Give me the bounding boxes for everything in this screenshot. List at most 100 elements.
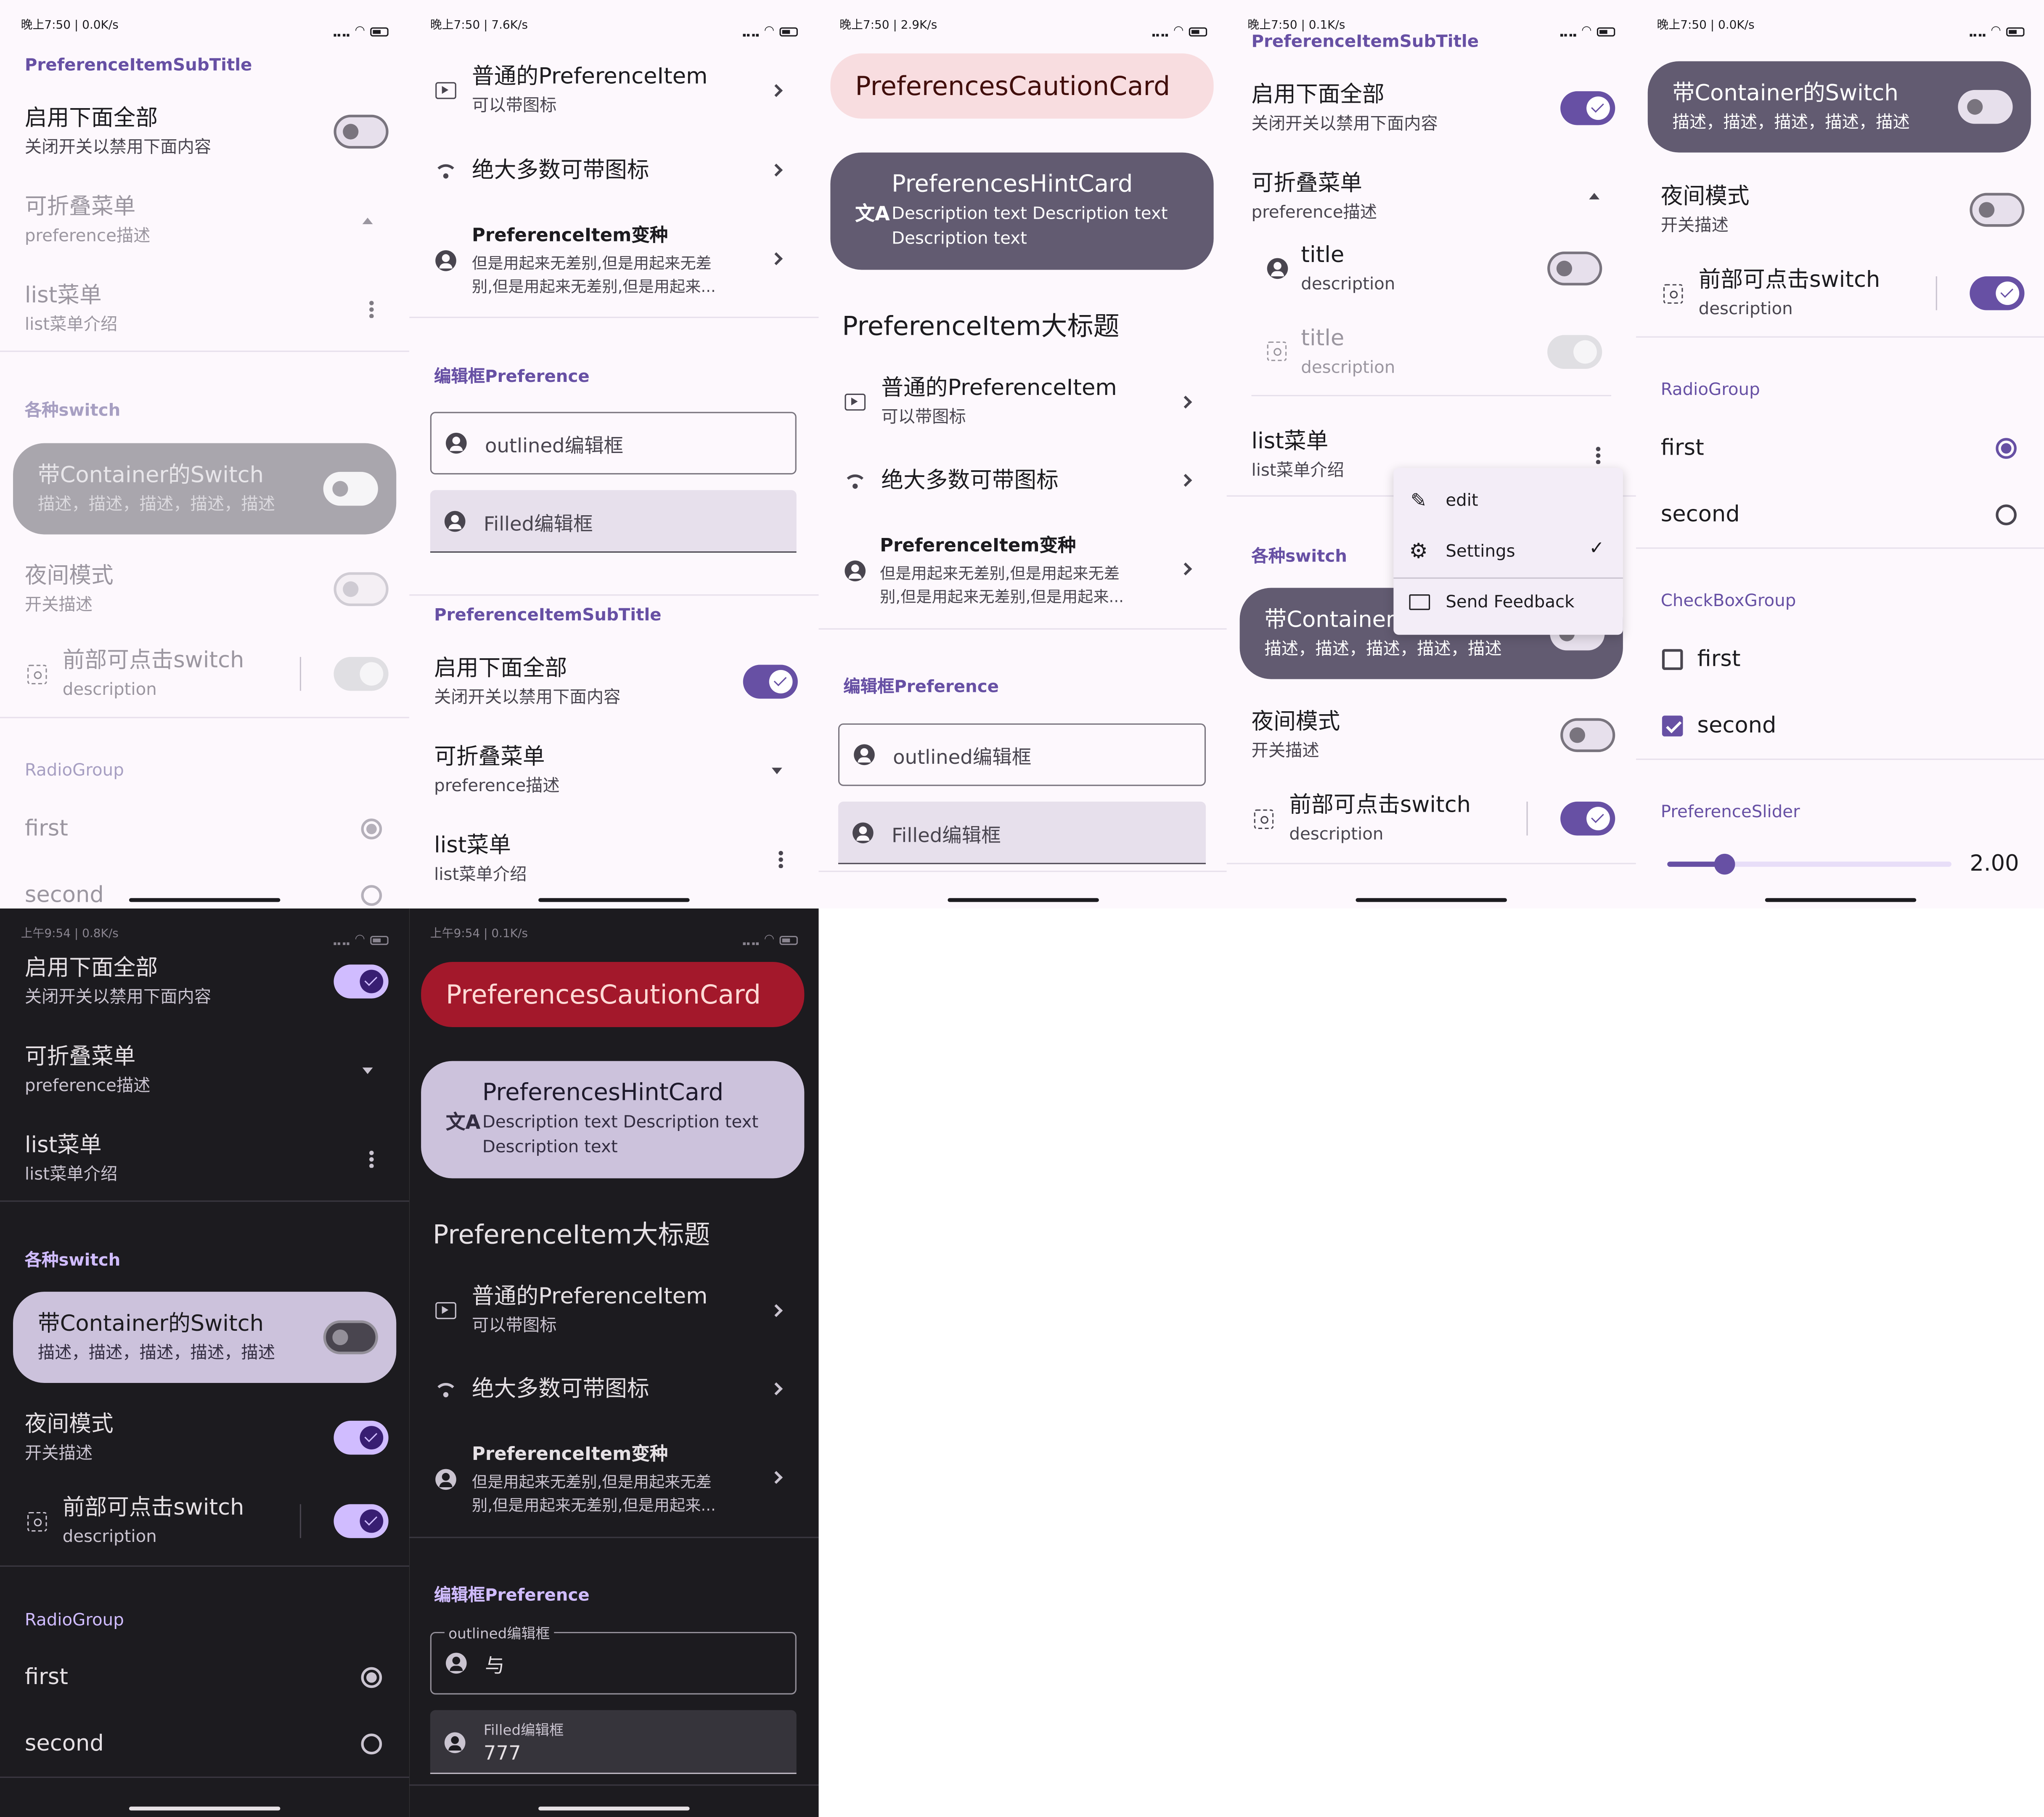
variant-preference-item[interactable]: PreferenceItem变种 但是用起来无差别,但是用起来无差 别,但是用起… bbox=[409, 1440, 818, 1521]
enable-all-item[interactable]: 启用下面全部 关闭开关以禁用下面内容 bbox=[0, 104, 409, 170]
filled-textfield[interactable]: Filled编辑框 bbox=[838, 801, 1206, 864]
night-switch[interactable] bbox=[1560, 718, 1615, 752]
status-bar: 晚上7:50 | 0.0K/s ◠ bbox=[1636, 0, 2044, 47]
container-switch-card[interactable]: 带Container的Switch 描述，描述，描述，描述，描述 bbox=[13, 1292, 397, 1383]
enable-all-item[interactable]: 启用下面全部 关闭开关以禁用下面内容 bbox=[0, 954, 409, 1019]
more-vert-icon[interactable] bbox=[778, 850, 784, 868]
night-mode-item[interactable]: 夜间模式 开关描述 bbox=[0, 1410, 409, 1475]
more-vert-icon[interactable] bbox=[369, 1150, 374, 1168]
radio-first[interactable]: first bbox=[0, 1663, 409, 1694]
front-switch[interactable] bbox=[1970, 276, 2025, 310]
battery-icon bbox=[1189, 26, 1207, 36]
radio-button[interactable] bbox=[1996, 438, 2017, 459]
status-bar: 晚上7:50 | 2.9K/s ◠ bbox=[818, 0, 1228, 47]
caution-card[interactable]: PreferencesCautionCard bbox=[421, 962, 805, 1028]
radio-button[interactable] bbox=[361, 1667, 382, 1688]
item-title: 绝大多数可带图标 bbox=[472, 157, 649, 184]
section-edit: 编辑框Preference bbox=[434, 1586, 590, 1606]
night-mode-item[interactable]: 夜间模式 开关描述 bbox=[1227, 708, 1636, 773]
menu-item-feedback[interactable]: Send Feedback bbox=[1393, 577, 1623, 628]
foldable-item[interactable]: 可折叠菜单 preference描述 bbox=[0, 1043, 409, 1108]
caution-card[interactable]: PreferencesCautionCard bbox=[830, 53, 1214, 119]
enable-all-item[interactable]: 启用下面全部 关闭开关以禁用下面内容 bbox=[1227, 81, 1636, 146]
night-switch[interactable] bbox=[1970, 193, 2025, 227]
radio-button[interactable] bbox=[361, 818, 382, 840]
normal-preference-item[interactable]: 普通的PreferenceItem 可以带图标 bbox=[409, 63, 818, 128]
fold-child-1[interactable]: title description bbox=[1227, 241, 1636, 306]
hint-card[interactable]: 文A PreferencesHintCard Description text … bbox=[421, 1061, 805, 1179]
enable-all-item[interactable]: 启用下面全部 关闭开关以禁用下面内容 bbox=[409, 654, 818, 720]
normal-preference-item[interactable]: 普通的PreferenceItem 可以带图标 bbox=[818, 374, 1228, 439]
hint-card[interactable]: 文A PreferencesHintCard Description text … bbox=[830, 152, 1214, 270]
container-switch-card[interactable]: 带Container的Switch 描述，描述，描述，描述，描述 bbox=[13, 443, 397, 535]
radio-button[interactable] bbox=[361, 1733, 382, 1755]
outlined-textfield[interactable]: outlined编辑框 bbox=[430, 412, 797, 475]
front-switch[interactable] bbox=[334, 657, 389, 691]
checkbox-second[interactable]: second bbox=[1636, 712, 2044, 743]
item-desc: 开关描述 bbox=[24, 1444, 93, 1464]
list-menu-item[interactable]: list菜单 list菜单介绍 bbox=[409, 832, 818, 897]
enable-switch[interactable] bbox=[334, 964, 389, 999]
container-switch[interactable] bbox=[323, 471, 378, 506]
icon-preference-item[interactable]: 绝大多数可带图标 bbox=[409, 1375, 818, 1406]
account-icon bbox=[1267, 258, 1288, 279]
divider bbox=[409, 317, 819, 318]
night-mode-item[interactable]: 夜间模式 开关描述 bbox=[0, 562, 409, 627]
front-switch-item[interactable]: 前部可点击switch description bbox=[0, 1494, 409, 1559]
menu-item-settings[interactable]: ⚙ Settings ✓ bbox=[1393, 527, 1623, 577]
signal-icon bbox=[334, 935, 350, 945]
radio-button[interactable] bbox=[361, 885, 382, 906]
foldable-item[interactable]: 可折叠菜单 preference描述 bbox=[0, 193, 409, 258]
radio-first[interactable]: first bbox=[1636, 434, 2044, 465]
icon-preference-item[interactable]: 绝大多数可带图标 bbox=[818, 466, 1228, 498]
filled-textfield[interactable]: Filled编辑框 bbox=[430, 490, 797, 553]
enable-switch[interactable] bbox=[334, 114, 389, 149]
radio-second[interactable]: second bbox=[0, 881, 409, 908]
child-switch[interactable] bbox=[1547, 335, 1602, 369]
signal-icon bbox=[1560, 26, 1576, 37]
checkbox[interactable] bbox=[1662, 715, 1683, 736]
radio-button[interactable] bbox=[1996, 504, 2017, 525]
radio-second[interactable]: second bbox=[1636, 501, 2044, 532]
front-switch[interactable] bbox=[1560, 801, 1615, 836]
filled-textfield[interactable]: Filled编辑框 777 bbox=[430, 1710, 797, 1774]
container-switch[interactable] bbox=[323, 1320, 378, 1354]
night-switch[interactable] bbox=[334, 572, 389, 607]
fold-child-2[interactable]: title description bbox=[1227, 325, 1636, 390]
foldable-item[interactable]: 可折叠菜单 preference描述 bbox=[1227, 170, 1636, 235]
night-switch[interactable] bbox=[334, 1420, 389, 1455]
container-switch[interactable] bbox=[1958, 90, 2013, 124]
slider-thumb[interactable] bbox=[1713, 853, 1735, 875]
menu-item-edit[interactable]: ✎ edit bbox=[1393, 476, 1623, 527]
outlined-textfield[interactable]: outlined编辑框 bbox=[838, 723, 1206, 786]
outlined-textfield[interactable]: outlined编辑框 与 bbox=[430, 1623, 797, 1695]
night-mode-item[interactable]: 夜间模式 开关描述 bbox=[1636, 183, 2044, 248]
checkbox[interactable] bbox=[1662, 649, 1683, 670]
front-switch[interactable] bbox=[334, 1504, 389, 1538]
container-switch-card[interactable]: 带Container的Switch 描述，描述，描述，描述，描述 bbox=[1647, 61, 2031, 153]
checkbox-first[interactable]: first bbox=[1636, 645, 2044, 676]
status-bar: 晚上7:50 | 0.0K/s ◠ bbox=[0, 0, 409, 47]
account-icon bbox=[446, 1653, 467, 1674]
chevron-right-icon bbox=[1179, 474, 1192, 487]
tv-icon bbox=[435, 1302, 456, 1319]
radio-second[interactable]: second bbox=[0, 1730, 409, 1761]
front-switch-item[interactable]: 前部可点击switch description bbox=[0, 646, 409, 712]
list-menu-item[interactable]: list菜单 list菜单介绍 bbox=[0, 281, 409, 347]
child-switch[interactable] bbox=[1547, 252, 1602, 286]
icon-preference-item[interactable]: 绝大多数可带图标 bbox=[409, 156, 818, 188]
variant-preference-item[interactable]: PreferenceItem变种 但是用起来无差别,但是用起来无差 别,但是用起… bbox=[818, 532, 1228, 612]
item-title: 前部可点击switch bbox=[62, 648, 244, 674]
more-vert-icon[interactable] bbox=[1595, 445, 1601, 464]
variant-preference-item[interactable]: PreferenceItem变种 但是用起来无差别,但是用起来无差 别,但是用起… bbox=[409, 222, 818, 302]
enable-switch[interactable] bbox=[1560, 91, 1615, 125]
enable-switch[interactable] bbox=[743, 665, 798, 699]
front-switch-item[interactable]: 前部可点击switch description bbox=[1227, 791, 1636, 856]
more-vert-icon[interactable] bbox=[369, 299, 374, 318]
foldable-item[interactable]: 可折叠菜单 preference描述 bbox=[409, 743, 818, 808]
front-switch-item[interactable]: 前部可点击switch description bbox=[1636, 266, 2044, 331]
normal-preference-item[interactable]: 普通的PreferenceItem 可以带图标 bbox=[409, 1282, 818, 1348]
list-menu-item[interactable]: list菜单 list菜单介绍 bbox=[0, 1131, 409, 1197]
item-desc: 开关描述 bbox=[1251, 742, 1319, 761]
radio-first[interactable]: first bbox=[0, 815, 409, 846]
